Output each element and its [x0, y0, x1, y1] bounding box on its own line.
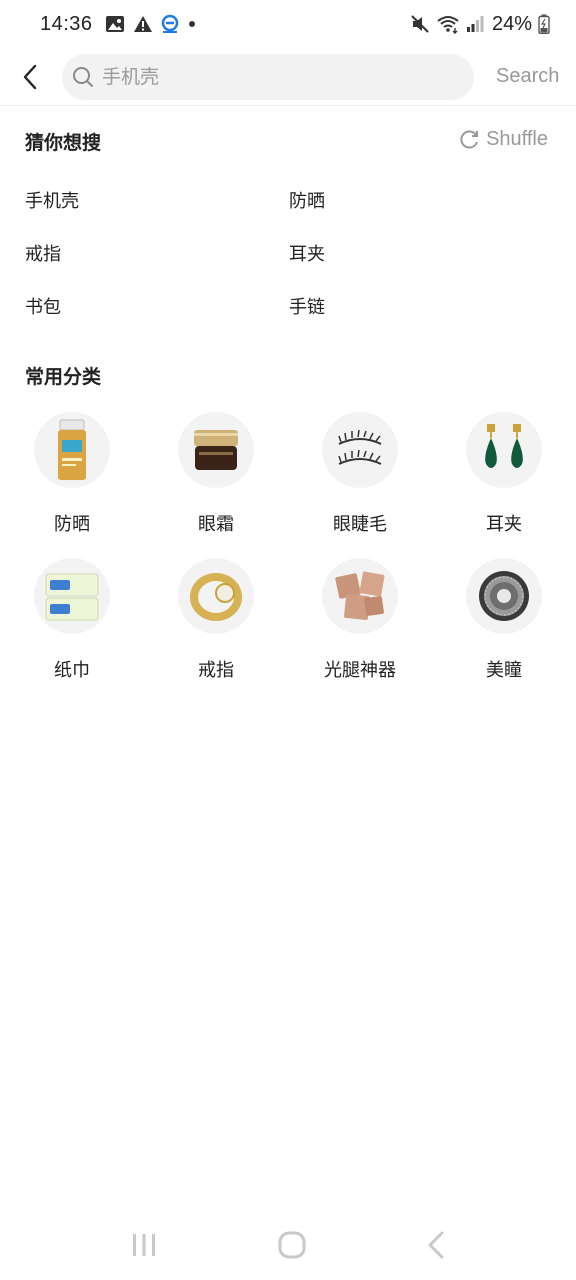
back-button[interactable]	[4, 52, 56, 102]
warning-icon	[133, 15, 153, 33]
system-nav-bar	[0, 1210, 576, 1280]
suggestion-item[interactable]: 手机壳	[25, 182, 289, 235]
categories-title: 常用分类	[25, 366, 102, 388]
category-image	[178, 558, 254, 634]
eye-cream-icon	[189, 426, 243, 474]
mute-icon	[410, 14, 430, 34]
category-label: 光腿神器	[324, 660, 396, 681]
category-image	[322, 558, 398, 634]
search-icon	[72, 66, 94, 88]
category-image	[322, 412, 398, 488]
category-image	[466, 558, 542, 634]
suggestion-list: 手机壳 防晒 戒指 耳夹 书包 手链	[25, 182, 555, 341]
chevron-left-icon	[22, 64, 38, 90]
category-item-tissue[interactable]: 纸巾	[0, 558, 144, 686]
app-notification-icon	[161, 14, 179, 34]
suggestion-item[interactable]: 防晒	[289, 182, 553, 235]
category-label: 耳夹	[486, 514, 522, 535]
home-icon[interactable]	[277, 1230, 307, 1260]
category-grid: 防晒 眼霜 眼睫毛 耳夹 纸巾 戒指 光腿神器 美瞳	[0, 412, 576, 686]
category-item-earring[interactable]: 耳夹	[432, 412, 576, 540]
stockings-icon	[331, 567, 389, 625]
refresh-icon	[458, 129, 480, 151]
dot-icon	[187, 19, 197, 29]
suggestions-title: 猜你想搜	[25, 132, 102, 154]
suggestion-item[interactable]: 戒指	[25, 235, 289, 288]
suggestion-item[interactable]: 手链	[289, 288, 553, 341]
category-label: 美瞳	[486, 660, 522, 681]
category-label: 纸巾	[54, 660, 90, 681]
tissue-icon	[42, 570, 102, 622]
battery-level: 24%	[491, 12, 532, 35]
earring-icon	[477, 422, 531, 478]
category-item-ring[interactable]: 戒指	[144, 558, 288, 686]
shuffle-button[interactable]: Shuffle	[458, 128, 548, 151]
suggestion-item[interactable]: 耳夹	[289, 235, 553, 288]
category-label: 眼霜	[198, 514, 234, 535]
contact-lens-icon	[476, 568, 532, 624]
category-label: 戒指	[198, 660, 234, 681]
category-item-stockings[interactable]: 光腿神器	[288, 558, 432, 686]
category-image	[34, 558, 110, 634]
status-time: 14:36	[40, 12, 93, 35]
suggestion-item[interactable]: 书包	[25, 288, 289, 341]
signal-icon	[466, 15, 484, 33]
sunscreen-icon	[52, 418, 92, 482]
category-image	[466, 412, 542, 488]
gallery-icon	[105, 15, 125, 33]
category-label: 防晒	[54, 514, 90, 535]
category-image	[34, 412, 110, 488]
ring-icon	[189, 569, 243, 623]
status-bar: 14:36 24%	[0, 0, 576, 48]
back-nav-icon[interactable]	[426, 1230, 446, 1260]
status-left-icons	[105, 14, 197, 34]
category-item-contact-lens[interactable]: 美瞳	[432, 558, 576, 686]
search-box[interactable]	[62, 53, 474, 100]
search-input[interactable]	[102, 65, 422, 88]
battery-icon	[538, 14, 550, 34]
category-label: 眼睫毛	[333, 514, 387, 535]
search-page: 14:36 24% 手机壳 Search 猜你想搜 Shuffle 手机壳 防晒…	[0, 0, 576, 1280]
eyelash-icon	[333, 428, 387, 472]
category-item-sunscreen[interactable]: 防晒	[0, 412, 144, 540]
search-button[interactable]: Search	[496, 65, 559, 88]
status-right-icons: 24%	[410, 13, 550, 36]
shuffle-label: Shuffle	[486, 128, 548, 150]
search-header: Search	[0, 48, 576, 106]
category-image	[178, 412, 254, 488]
wifi-icon	[436, 14, 460, 34]
category-item-eyelash[interactable]: 眼睫毛	[288, 412, 432, 540]
category-item-eye-cream[interactable]: 眼霜	[144, 412, 288, 540]
recent-apps-icon[interactable]	[130, 1232, 158, 1258]
